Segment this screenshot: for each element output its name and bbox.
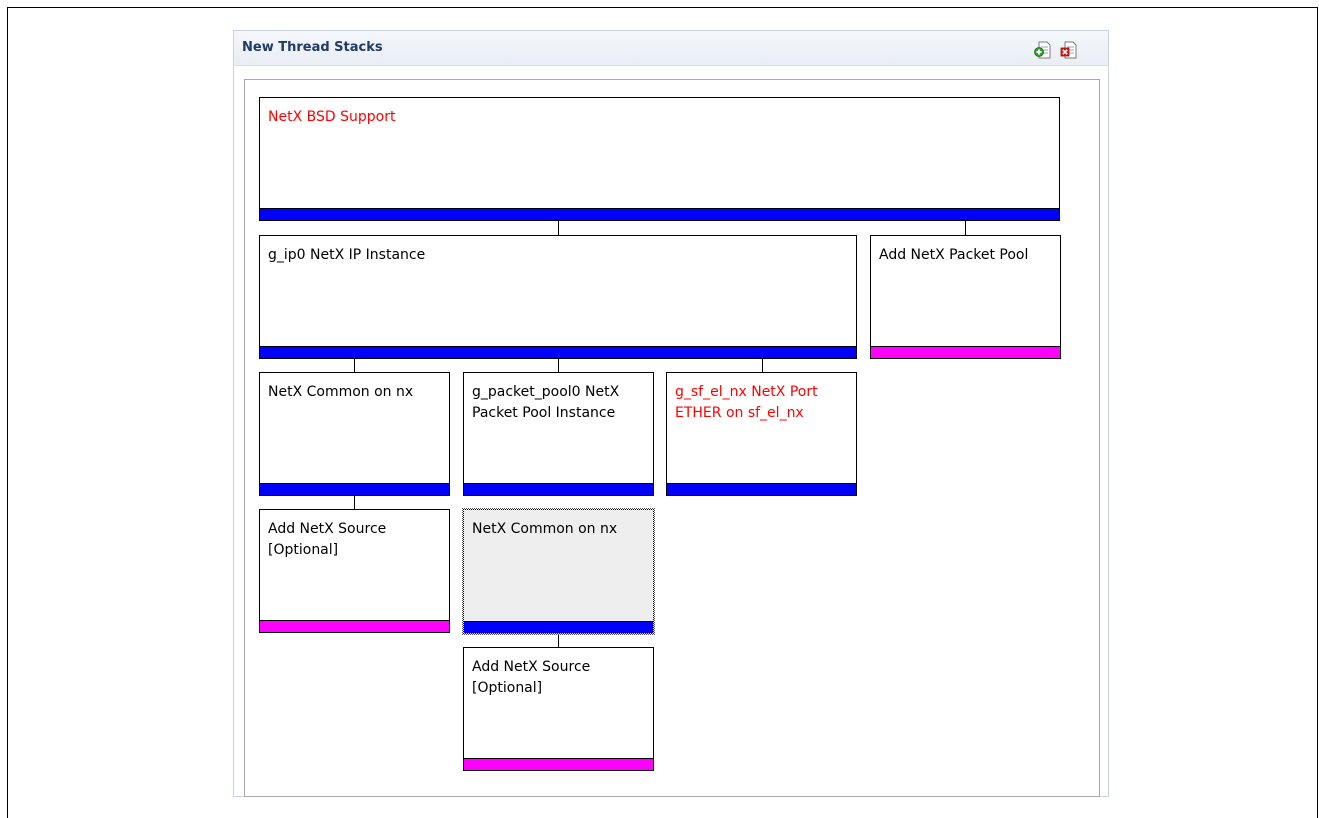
remove-stack-icon[interactable]: [1060, 41, 1078, 59]
node-label: g_ip0 NetX IP Instance: [268, 247, 426, 263]
node-status-bar: [260, 483, 449, 495]
stack-node-add-netx-source[interactable]: Add NetX Source [Optional]: [463, 647, 654, 771]
connector: [354, 358, 355, 372]
panel-header: New Thread Stacks: [234, 31, 1108, 66]
connector: [354, 495, 355, 509]
stack-node-netx-common-selected[interactable]: NetX Common on nx: [462, 508, 655, 635]
stack-diagram: NetX BSD Support g_ip0 NetX IP Instance …: [244, 79, 1100, 797]
node-status-bar: [260, 208, 1059, 220]
add-stack-icon[interactable]: [1034, 41, 1052, 59]
stack-node-netx-bsd-support[interactable]: NetX BSD Support: [259, 97, 1060, 221]
connector: [965, 220, 966, 235]
stack-node-packet-pool-instance[interactable]: g_packet_pool0 NetX Packet Pool Instance: [463, 372, 654, 496]
node-label: g_sf_el_nx NetX Port ETHER on sf_el_nx: [675, 384, 818, 421]
stack-node-ip-instance[interactable]: g_ip0 NetX IP Instance: [259, 235, 857, 359]
node-status-bar: [464, 758, 653, 770]
node-status-bar: [464, 621, 653, 633]
stack-node-add-netx-source[interactable]: Add NetX Source [Optional]: [259, 509, 450, 633]
node-label: g_packet_pool0 NetX Packet Pool Instance: [472, 384, 620, 421]
connector: [558, 358, 559, 372]
connector: [762, 358, 763, 372]
node-status-bar: [871, 346, 1060, 358]
connector: [558, 220, 559, 235]
stack-node-netx-port-ether[interactable]: g_sf_el_nx NetX Port ETHER on sf_el_nx: [666, 372, 857, 496]
node-status-bar: [260, 620, 449, 632]
node-label: NetX Common on nx: [472, 521, 618, 537]
node-status-bar: [464, 483, 653, 495]
panel-title: New Thread Stacks: [242, 40, 383, 55]
thread-stacks-panel: New Thread Stacks NetX BSD Support g_ip0…: [233, 30, 1109, 797]
node-label: NetX Common on nx: [268, 384, 414, 400]
connector: [558, 633, 559, 647]
node-status-bar: [667, 483, 856, 495]
stack-node-add-packet-pool[interactable]: Add NetX Packet Pool: [870, 235, 1061, 359]
node-label: Add NetX Source [Optional]: [472, 659, 591, 696]
stack-node-netx-common[interactable]: NetX Common on nx: [259, 372, 450, 496]
node-status-bar: [260, 346, 856, 358]
node-label: NetX BSD Support: [268, 109, 396, 125]
node-label: Add NetX Source [Optional]: [268, 521, 387, 558]
node-label: Add NetX Packet Pool: [879, 247, 1029, 263]
